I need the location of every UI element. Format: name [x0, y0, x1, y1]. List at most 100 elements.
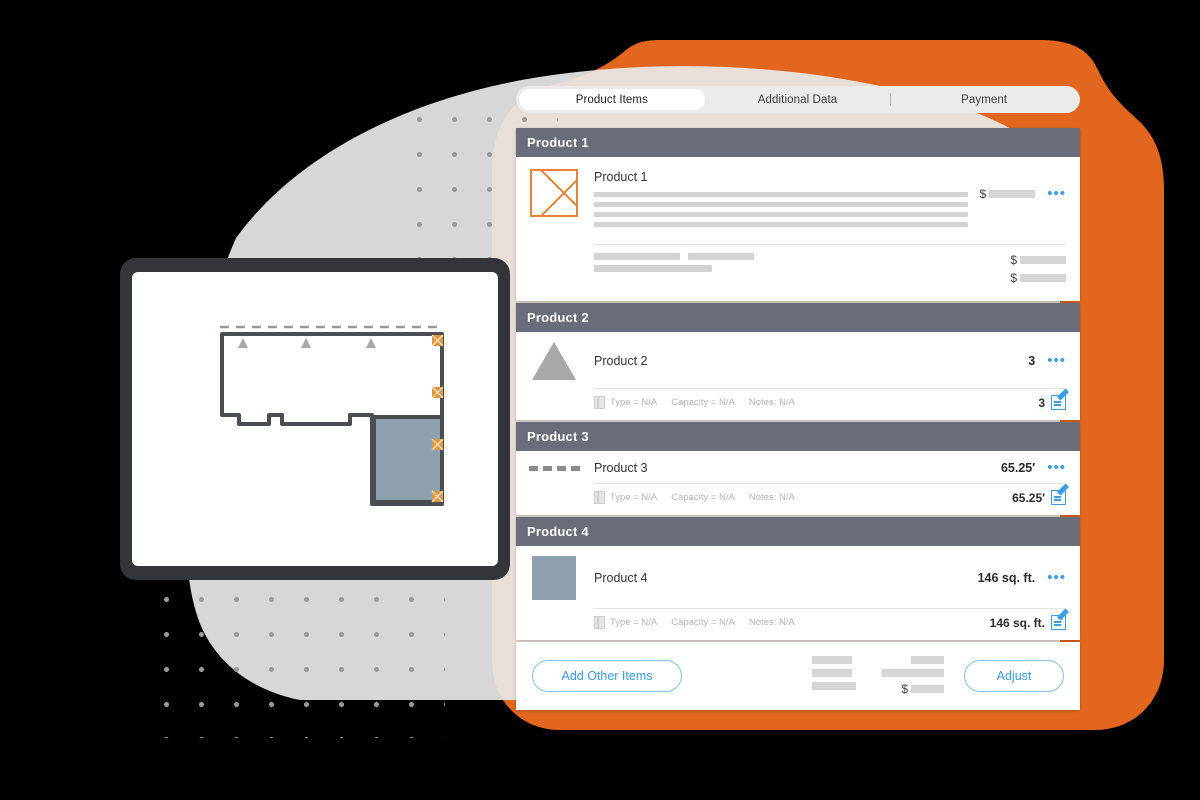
product-value: 3 [1028, 354, 1036, 368]
total-placeholder-bar [812, 682, 856, 690]
summary-values: $ $ [1010, 253, 1066, 289]
skeleton-line [594, 192, 968, 197]
product-panel: Product 4 Product 4 146 sq. ft. ••• Type… [516, 517, 1080, 640]
meta-type: Type = N/A [610, 492, 658, 503]
edit-icon[interactable] [1051, 490, 1066, 505]
skeleton-line [594, 212, 968, 217]
skeleton-line [594, 222, 968, 227]
meta-items: Type = N/A Capacity = N/A Notes: N/A [610, 492, 1012, 503]
panel-header: Product 2 [516, 303, 1080, 332]
edit-icon[interactable] [1051, 615, 1066, 630]
currency-symbol: $ [1010, 253, 1017, 267]
vertex-handle-icon [431, 386, 444, 399]
grand-total-area: $ [882, 682, 944, 696]
product-row[interactable]: Product 1 $ ••• [530, 157, 1066, 238]
vertex-handle-icon [431, 438, 444, 451]
panel-body: Product 2 3 ••• Type = N/A Capacity = N/… [516, 332, 1080, 420]
document-icon [594, 616, 605, 629]
meta-type: Type = N/A [610, 397, 658, 408]
meta-notes: Notes: N/A [748, 617, 795, 628]
panel-body: Product 4 146 sq. ft. ••• Type = N/A Cap… [516, 546, 1080, 640]
product-value: 65.25′ [1000, 461, 1036, 475]
tab-payment[interactable]: Payment [891, 89, 1077, 110]
tab-bar: Product Items Additional Data Payment [516, 86, 1080, 113]
meta-value: 146 sq. ft. [989, 615, 1045, 630]
edit-icon[interactable] [1051, 395, 1066, 410]
filled-square-icon [530, 556, 578, 600]
tab-label: Product Items [575, 93, 648, 106]
meta-capacity: Capacity = N/A [671, 397, 735, 408]
product-price-area: $ ••• [980, 169, 1066, 201]
document-icon [594, 491, 605, 504]
dot-grid-bottom [145, 578, 445, 738]
product-name: Product 4 [594, 571, 648, 585]
product-panel: Product 2 Product 2 3 ••• Type = N/A Cap… [516, 303, 1080, 420]
grand-total-placeholder-bar [911, 685, 944, 693]
product-row[interactable]: Product 3 65.25′ ••• [528, 451, 1066, 483]
total-placeholder-bar [812, 669, 852, 677]
summary-labels [594, 253, 1010, 289]
product-row[interactable]: Product 2 3 ••• [530, 332, 1066, 388]
adjust-button[interactable]: Adjust [964, 660, 1064, 692]
product-row[interactable]: Product 4 146 sq. ft. ••• [530, 546, 1066, 608]
skeleton-chip [594, 265, 712, 272]
product-name: Product 1 [594, 170, 648, 184]
vertex-handle-icon [431, 490, 444, 503]
image-placeholder-x-icon [530, 169, 578, 217]
currency-symbol: $ [901, 682, 908, 696]
document-icon [594, 396, 605, 409]
product-panel-list: Product 1 Product 1 $ ••• $ $ Product 2 … [516, 128, 1080, 710]
tab-label: Additional Data [757, 93, 838, 106]
tab-additional-data[interactable]: Additional Data [705, 89, 891, 110]
panel-header: Product 4 [516, 517, 1080, 546]
row-overflow-menu-icon[interactable]: ••• [1047, 570, 1066, 585]
product-meta-row: Type = N/A Capacity = N/A Notes: N/A 3 [530, 389, 1066, 420]
meta-value-area: 3 [1038, 395, 1066, 410]
row-overflow-menu-icon[interactable]: ••• [1047, 186, 1066, 201]
currency-symbol: $ [979, 187, 987, 201]
panel-body: Product 1 $ ••• $ $ [516, 157, 1080, 301]
meta-notes: Notes: N/A [748, 492, 795, 503]
skeleton-chip [688, 253, 754, 260]
skeleton-line [594, 202, 968, 207]
row-overflow-menu-icon[interactable]: ••• [1047, 353, 1066, 368]
panel-header: Product 3 [516, 422, 1080, 451]
meta-value: 3 [1038, 395, 1045, 410]
vertex-handle-icon [431, 334, 444, 347]
tab-product-items[interactable]: Product Items [519, 89, 705, 110]
floor-plan-drawing[interactable] [132, 272, 498, 566]
skeleton-chip [594, 253, 680, 260]
total-placeholder-bar [1020, 274, 1066, 282]
meta-items: Type = N/A Capacity = N/A Notes: N/A [610, 397, 1038, 408]
dashed-line-icon [528, 465, 580, 471]
screenshot-root: Product Items Additional Data Payment Pr… [0, 0, 1200, 800]
total-placeholder-bar [882, 669, 944, 677]
total-placeholder-bar [911, 656, 944, 664]
card-footer: Add Other Items $ Adjust [516, 642, 1080, 710]
price-placeholder-bar [989, 190, 1036, 198]
meta-items: Type = N/A Capacity = N/A Notes: N/A [610, 617, 990, 628]
product-name: Product 3 [594, 461, 648, 475]
meta-type: Type = N/A [610, 617, 658, 628]
product-panel: Product 1 Product 1 $ ••• $ $ [516, 128, 1080, 301]
meta-capacity: Capacity = N/A [671, 492, 735, 503]
footer-totals: $ [812, 656, 944, 696]
currency-symbol: $ [1010, 271, 1017, 285]
product-name: Product 2 [594, 354, 648, 368]
panel-header: Product 1 [516, 128, 1080, 157]
meta-notes: Notes: N/A [748, 397, 795, 408]
meta-value-area: 146 sq. ft. [990, 615, 1066, 630]
product-details: Product 1 [594, 169, 968, 232]
selected-room-fill [374, 417, 442, 502]
tab-label: Payment [961, 93, 1008, 106]
product-meta-row: Type = N/A Capacity = N/A Notes: N/A 146… [530, 609, 1066, 640]
add-other-items-button[interactable]: Add Other Items [532, 660, 682, 692]
product-summary: $ $ [530, 245, 1066, 301]
product-meta-row: Type = N/A Capacity = N/A Notes: N/A 65.… [530, 484, 1066, 515]
product-value: 146 sq. ft. [977, 571, 1036, 585]
row-overflow-menu-icon[interactable]: ••• [1047, 460, 1066, 475]
meta-capacity: Capacity = N/A [671, 617, 735, 628]
product-panel: Product 3 Product 3 65.25′ ••• Type = N/… [516, 422, 1080, 515]
device-frame [120, 258, 510, 580]
meta-value: 65.25′ [1012, 490, 1045, 505]
